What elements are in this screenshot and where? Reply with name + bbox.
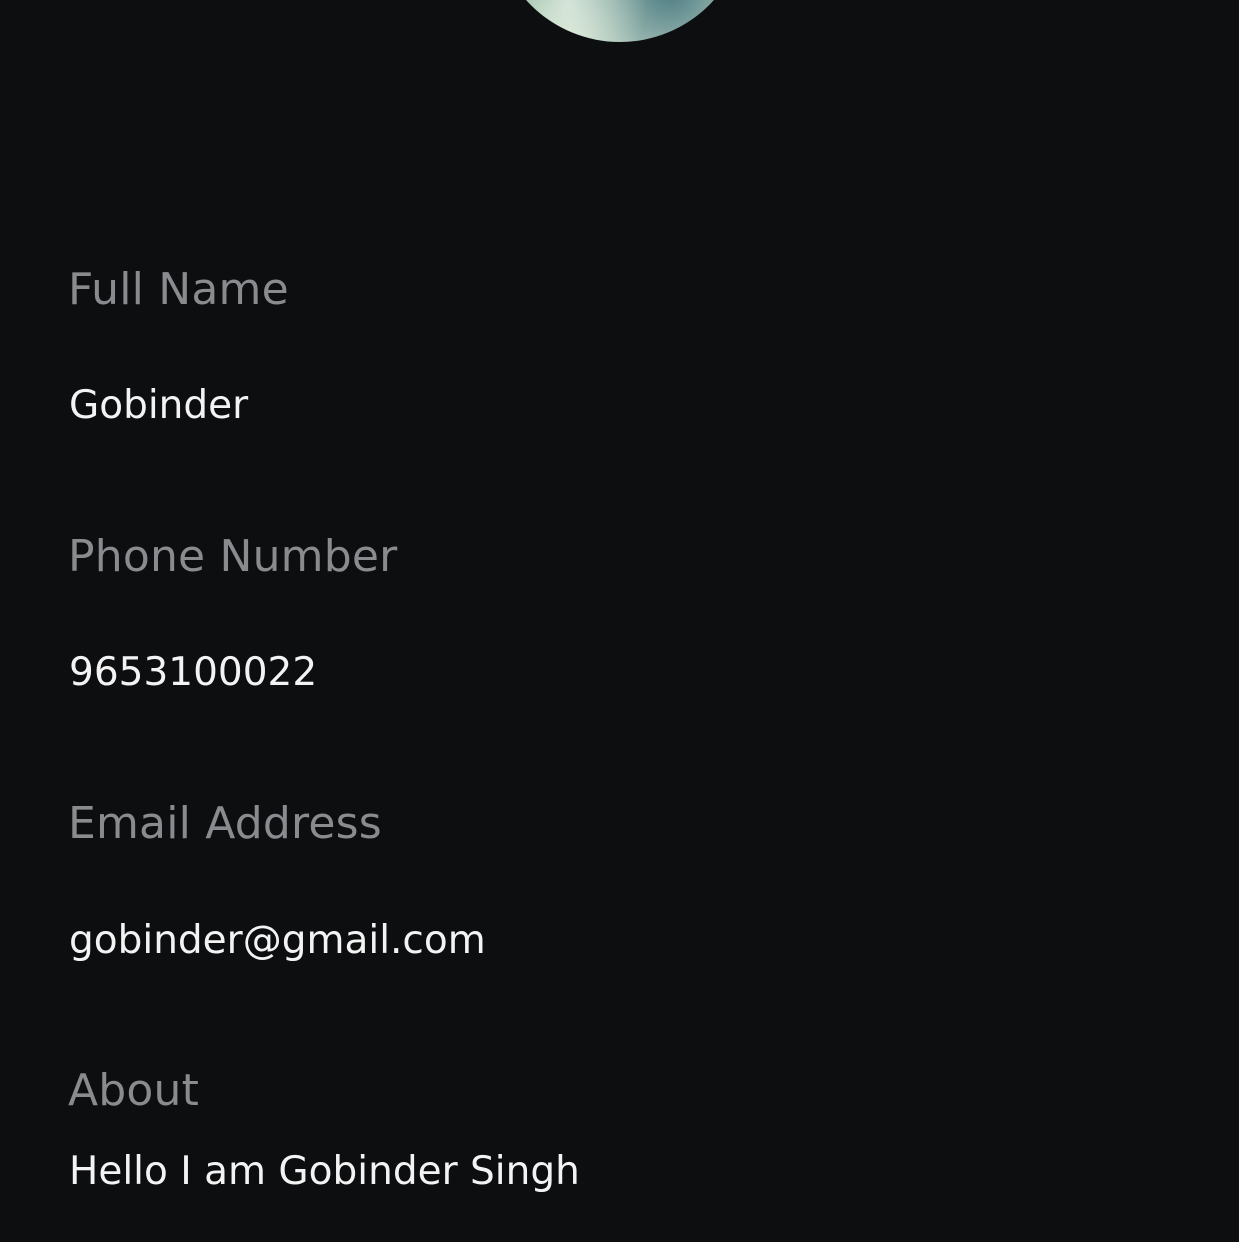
phone-number-label: Phone Number [68, 531, 398, 582]
phone-number-value: 9653100022 [69, 650, 318, 695]
email-address-label: Email Address [68, 798, 382, 849]
full-name-label: Full Name [68, 264, 289, 315]
about-label: About [68, 1065, 200, 1116]
profile-avatar[interactable] [494, 0, 746, 42]
about-value: Hello I am Gobinder Singh [69, 1149, 580, 1194]
email-address-value: gobinder@gmail.com [69, 918, 486, 963]
full-name-value: Gobinder [69, 383, 249, 428]
